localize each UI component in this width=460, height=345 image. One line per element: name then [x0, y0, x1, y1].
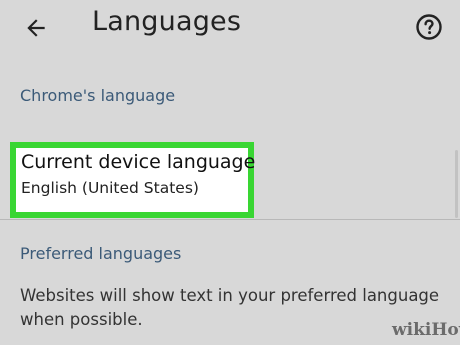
arrow-left-icon	[27, 19, 45, 37]
scrollbar[interactable]	[455, 150, 458, 218]
wikihow-watermark: wikiHow	[392, 320, 460, 340]
page-title: Languages	[92, 6, 242, 37]
current-device-language-title: Current device language	[21, 151, 256, 173]
preferred-languages-description: Websites will show text in your preferre…	[20, 286, 440, 329]
section-header-chrome-language: Chrome's language	[20, 86, 176, 105]
back-button[interactable]	[18, 10, 54, 46]
languages-settings-screen: Languages Chrome's language Current devi…	[0, 0, 460, 345]
divider	[0, 219, 460, 220]
help-button[interactable]	[412, 10, 446, 44]
current-device-language-value: English (United States)	[21, 179, 199, 197]
app-bar: Languages	[0, 0, 460, 56]
section-header-preferred-languages: Preferred languages	[20, 244, 182, 263]
help-circle-icon	[416, 14, 442, 40]
